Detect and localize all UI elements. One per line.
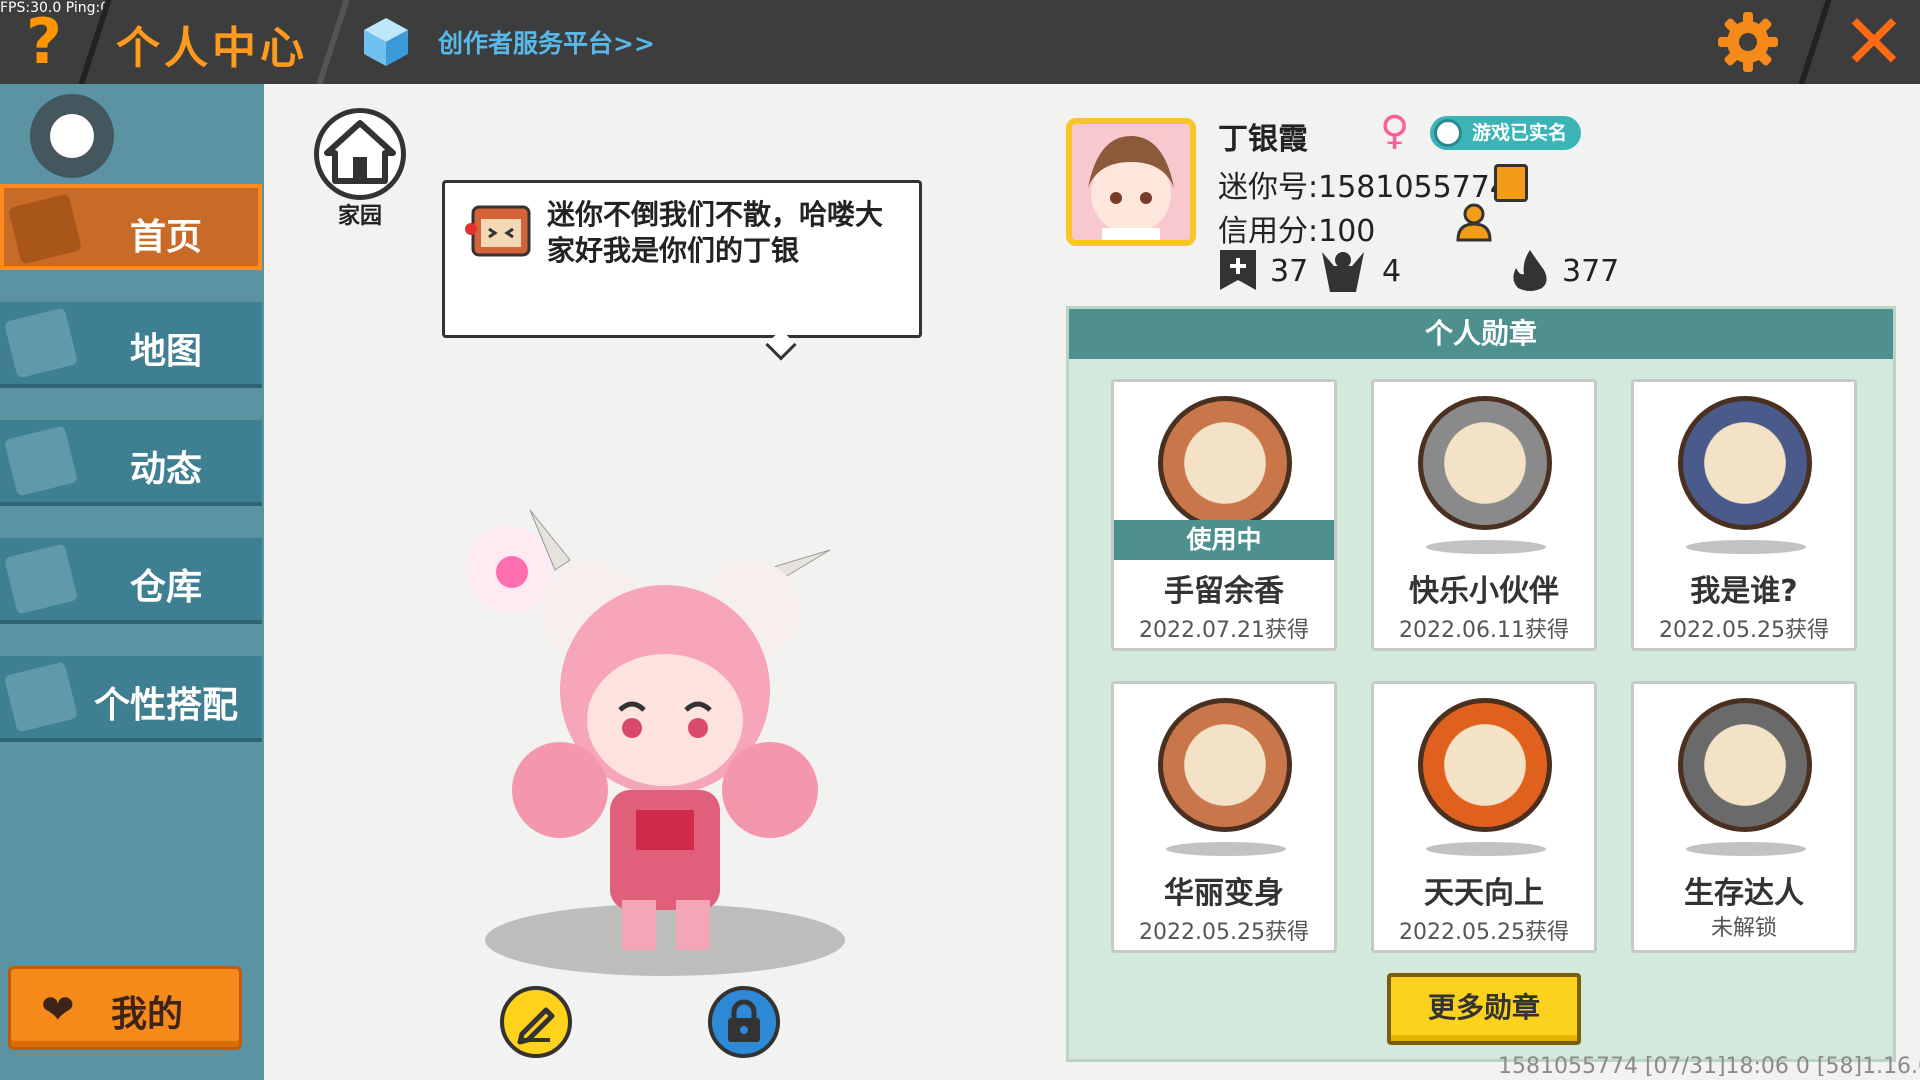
medal-name: 快乐小伙伴 bbox=[1409, 574, 1559, 609]
popularity-count: 377 bbox=[1562, 254, 1620, 289]
warehouse-icon bbox=[3, 543, 79, 615]
medal-survival-icon bbox=[1678, 698, 1812, 832]
flame-icon bbox=[1510, 248, 1550, 292]
medal-date: 2022.07.21获得 bbox=[1139, 618, 1309, 643]
creator-cube-icon[interactable] bbox=[362, 16, 410, 68]
sidebar-item-map[interactable]: 地图 bbox=[0, 302, 262, 388]
settings-button[interactable] bbox=[1716, 10, 1780, 74]
credit-score: 信用分:100 bbox=[1218, 214, 1376, 249]
medal-card[interactable]: 快乐小伙伴 2022.06.11获得 bbox=[1371, 379, 1597, 651]
add-friend-icon bbox=[1218, 248, 1258, 292]
medal-shadow bbox=[1166, 842, 1286, 856]
lock-button[interactable] bbox=[708, 986, 780, 1058]
medal-name: 手留余香 bbox=[1164, 574, 1284, 609]
sidebar: 首页 地图 动态 仓库 个性搭配 bbox=[0, 84, 264, 1080]
fans-count: 4 bbox=[1382, 254, 1402, 289]
medal-locked-status: 未解锁 bbox=[1710, 916, 1777, 941]
mini-id: 迷你号:1581055774 bbox=[1218, 170, 1509, 205]
creator-platform-link[interactable]: 创作者服务平台>> bbox=[438, 24, 655, 60]
female-icon: ♀ bbox=[1380, 108, 1410, 154]
in-use-label: 使用中 bbox=[1114, 520, 1334, 560]
expression-icon bbox=[463, 201, 533, 261]
help-button[interactable]: ? bbox=[14, 8, 74, 76]
question-mark-icon: ? bbox=[26, 5, 62, 78]
divider bbox=[316, 0, 350, 84]
house-icon bbox=[324, 120, 396, 184]
gear-icon bbox=[1718, 12, 1778, 72]
sidebar-item-label: 动态 bbox=[129, 449, 202, 490]
sidebar-item-label: 仓库 bbox=[129, 567, 202, 608]
realname-badge: 游戏已实名 bbox=[1430, 116, 1582, 150]
sidebar-item-home[interactable]: 首页 bbox=[0, 184, 262, 270]
medal-date: 2022.06.11获得 bbox=[1399, 618, 1569, 643]
heart-icon: ❤ bbox=[41, 987, 75, 1033]
more-medals-button[interactable]: 更多勋章 bbox=[1387, 973, 1581, 1045]
medal-shadow bbox=[1686, 540, 1806, 554]
medal-fragrance-icon bbox=[1158, 396, 1292, 530]
copy-id-button[interactable] bbox=[1494, 164, 1528, 202]
medal-shadow bbox=[1426, 842, 1546, 856]
medal-shadow bbox=[1686, 842, 1806, 856]
avatar[interactable] bbox=[1066, 118, 1196, 246]
outfit-icon bbox=[3, 661, 79, 733]
sidebar-item-label: 地图 bbox=[129, 331, 202, 372]
edit-button[interactable] bbox=[500, 986, 572, 1058]
signature-text: 迷你不倒我们不散，哈喽大家好我是你们的丁银 bbox=[547, 198, 884, 267]
medal-panel: 个人勋章 使用中 手留余香 2022.07.21获得 快乐小伙伴 2022.06… bbox=[1066, 306, 1896, 1062]
top-bar: FPS:30.0 Ping:0 ? 个人中心 创作者服务平台>> ✕ bbox=[0, 0, 1920, 84]
version-info: 1581055774 [07/31]18:06 0 [58]1.16.0 bbox=[1498, 1054, 1920, 1079]
my-button-label: 我的 bbox=[111, 994, 184, 1035]
medal-buddies-icon bbox=[1418, 396, 1552, 530]
medal-header: 个人勋章 bbox=[1069, 309, 1893, 359]
medal-card[interactable]: 我是谁? 2022.05.25获得 bbox=[1631, 379, 1857, 651]
divider bbox=[1798, 0, 1832, 84]
close-button[interactable]: ✕ bbox=[1838, 4, 1910, 80]
friends-icon[interactable] bbox=[1454, 202, 1494, 242]
bell-icon bbox=[3, 425, 79, 497]
homeland-button[interactable] bbox=[314, 108, 406, 200]
medal-letter-icon bbox=[1678, 396, 1812, 530]
medal-shadow bbox=[1426, 540, 1546, 554]
realname-badge-label: 游戏已实名 bbox=[1472, 122, 1568, 144]
medal-calendar-icon bbox=[1418, 698, 1552, 832]
medal-date: 2022.05.25获得 bbox=[1139, 920, 1309, 945]
medal-name: 华丽变身 bbox=[1164, 876, 1284, 911]
sidebar-item-feed[interactable]: 动态 bbox=[0, 420, 262, 506]
sidebar-item-label: 个性搭配 bbox=[93, 685, 238, 726]
map-icon bbox=[3, 307, 79, 379]
sidebar-item-outfit[interactable]: 个性搭配 bbox=[0, 656, 262, 742]
medal-name: 天天向上 bbox=[1424, 876, 1544, 911]
medal-name: 我是谁? bbox=[1690, 574, 1798, 609]
fans-icon bbox=[1318, 248, 1368, 292]
sidebar-item-label: 首页 bbox=[129, 217, 202, 258]
medal-date: 2022.05.25获得 bbox=[1659, 618, 1829, 643]
lock-icon bbox=[728, 999, 760, 1042]
medal-date: 2022.05.25获得 bbox=[1399, 920, 1569, 945]
medal-transform-icon bbox=[1158, 698, 1292, 832]
sidebar-toggle[interactable] bbox=[30, 94, 114, 178]
homeland-label: 家园 bbox=[337, 204, 382, 229]
friends-count: 37 bbox=[1270, 254, 1309, 289]
person-check-icon bbox=[1434, 119, 1462, 147]
medal-card[interactable]: 天天向上 2022.05.25获得 bbox=[1371, 681, 1597, 953]
medal-card[interactable]: 生存达人 未解锁 bbox=[1631, 681, 1857, 953]
close-icon: ✕ bbox=[1842, 0, 1906, 86]
character-model[interactable] bbox=[450, 490, 870, 990]
sidebar-item-warehouse[interactable]: 仓库 bbox=[0, 538, 262, 624]
signature-bubble[interactable]: 迷你不倒我们不散，哈喽大家好我是你们的丁银 bbox=[442, 180, 922, 338]
toggle-knob bbox=[50, 114, 94, 158]
page-title: 个人中心 bbox=[116, 23, 308, 74]
pencil-icon bbox=[517, 1007, 555, 1045]
house-icon bbox=[7, 193, 83, 265]
my-button[interactable]: ❤ 我的 bbox=[8, 966, 242, 1050]
medal-card[interactable]: 华丽变身 2022.05.25获得 bbox=[1111, 681, 1337, 953]
username: 丁银霞 bbox=[1218, 122, 1308, 157]
medal-card[interactable]: 使用中 手留余香 2022.07.21获得 bbox=[1111, 379, 1337, 651]
medal-name: 生存达人 bbox=[1684, 876, 1804, 911]
